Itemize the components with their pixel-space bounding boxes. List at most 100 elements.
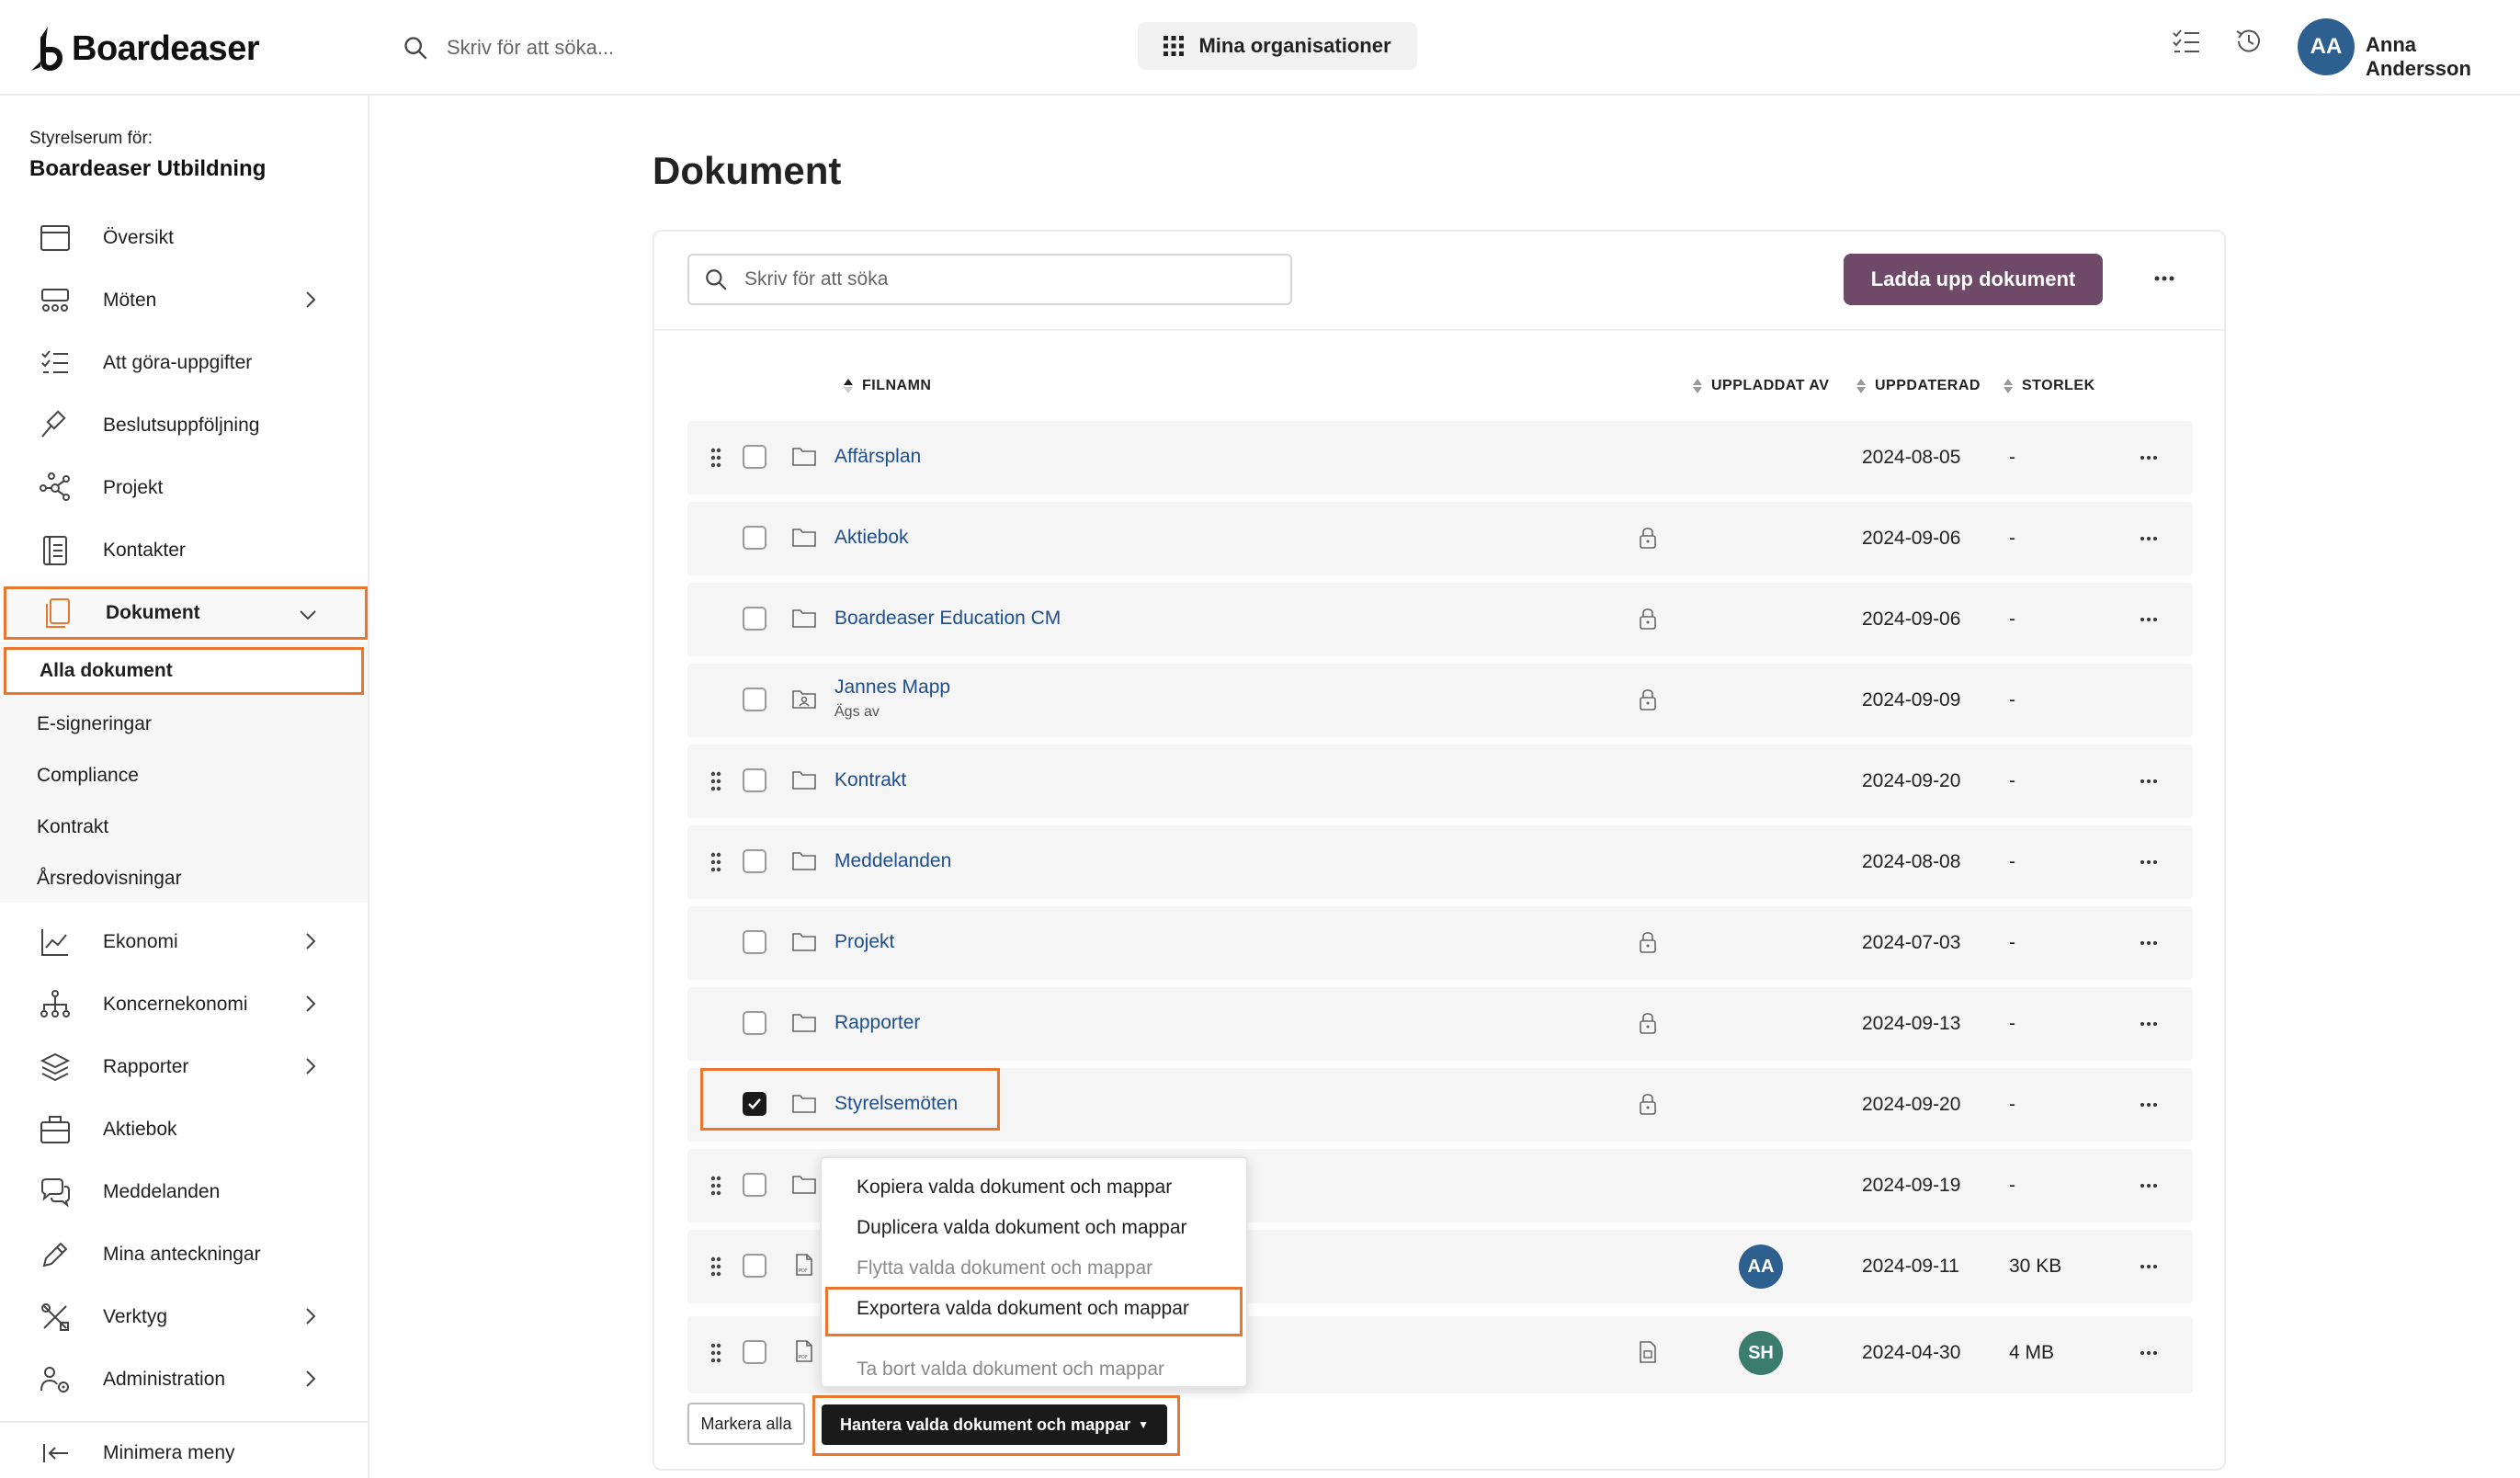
row-checkbox[interactable] <box>743 607 766 631</box>
table-row[interactable]: Jannes Mapp Ägs av 2024-09-09 - <box>687 664 2193 737</box>
table-row[interactable]: Styrelsemöten 2024-09-20 - <box>687 1068 2193 1142</box>
column-header-size[interactable]: STORLEK <box>2002 377 2095 395</box>
sub-item-compliance[interactable]: Compliance <box>4 752 364 800</box>
upload-document-button[interactable]: Ladda upp dokument <box>1844 254 2103 305</box>
drag-handle-icon[interactable] <box>709 851 722 873</box>
row-more-options-icon[interactable] <box>2138 1178 2160 1193</box>
sidebar-item-koncernekonomi[interactable]: Koncernekonomi <box>4 978 368 1031</box>
minimize-menu-button[interactable]: Minimera meny <box>4 1427 368 1478</box>
user-name[interactable]: Anna Andersson <box>2366 33 2520 81</box>
drag-handle-icon[interactable] <box>709 1342 722 1364</box>
sidebar-item-moten[interactable]: Möten <box>4 274 368 327</box>
row-more-options-icon[interactable] <box>2138 612 2160 627</box>
file-name-link[interactable]: Projekt <box>834 931 894 953</box>
sidebar-item-oversikt[interactable]: Översikt <box>4 211 368 265</box>
uploader-avatar[interactable]: SH <box>1739 1331 1783 1375</box>
row-more-options-icon[interactable] <box>2138 1097 2160 1112</box>
boardroom-label: Styrelserum för: <box>29 129 153 148</box>
sort-icon <box>1856 379 1866 393</box>
row-more-options-icon[interactable] <box>2138 531 2160 546</box>
row-checkbox[interactable] <box>743 849 766 873</box>
menu-item-copy[interactable]: Kopiera valda dokument och mappar <box>857 1177 1172 1199</box>
file-name-link[interactable]: Jannes Mapp <box>834 676 950 699</box>
column-header-updated[interactable]: UPPDATERAD <box>1855 377 1981 395</box>
row-checkbox[interactable] <box>743 768 766 792</box>
file-name-link[interactable]: Affärsplan <box>834 446 921 468</box>
menu-item-export[interactable]: Exportera valda dokument och mappar <box>857 1298 1189 1320</box>
manage-selected-button[interactable]: Hantera valda dokument och mappar ▼ <box>822 1404 1167 1445</box>
sidebar-item-beslut[interactable]: Beslutsuppföljning <box>4 399 368 452</box>
top-bar: Boardeaser Mina organisationer <box>0 0 2520 96</box>
table-row[interactable]: Meddelanden 2024-08-08 - <box>687 825 2193 899</box>
collapse-left-icon <box>43 1444 68 1462</box>
row-checkbox[interactable] <box>743 1340 766 1364</box>
drag-handle-icon[interactable] <box>709 770 722 792</box>
menu-item-duplicate[interactable]: Duplicera valda dokument och mappar <box>857 1217 1187 1239</box>
row-more-options-icon[interactable] <box>2138 855 2160 870</box>
sidebar-item-anteckningar[interactable]: Mina anteckningar <box>4 1228 368 1281</box>
drag-handle-icon[interactable] <box>709 1256 722 1278</box>
sidebar-item-rapporter[interactable]: Rapporter <box>4 1040 368 1094</box>
drag-handle-icon[interactable] <box>709 1175 722 1197</box>
logo[interactable]: Boardeaser <box>28 17 260 81</box>
menu-item-delete: Ta bort valda dokument och mappar <box>857 1359 1165 1380</box>
sidebar-item-projekt[interactable]: Projekt <box>4 461 368 515</box>
sidebar-item-kontakter[interactable]: Kontakter <box>4 524 368 577</box>
table-row[interactable]: Aktiebok 2024-09-06 - <box>687 502 2193 575</box>
table-row[interactable]: Rapporter 2024-09-13 - <box>687 987 2193 1061</box>
row-more-options-icon[interactable] <box>2138 1259 2160 1274</box>
row-checkbox[interactable] <box>743 445 766 469</box>
row-checkbox[interactable] <box>743 930 766 954</box>
user-avatar[interactable]: AA <box>2298 18 2355 75</box>
mark-all-button[interactable]: Markera alla <box>687 1403 805 1445</box>
sidebar-item-ekonomi[interactable]: Ekonomi <box>4 915 368 969</box>
row-checkbox[interactable] <box>743 1092 766 1116</box>
my-organizations-button[interactable]: Mina organisationer <box>1138 22 1417 70</box>
sub-item-kontrakt[interactable]: Kontrakt <box>4 803 364 851</box>
row-checkbox[interactable] <box>743 1011 766 1035</box>
uploader-avatar[interactable]: AA <box>1739 1245 1783 1289</box>
tasks-icon[interactable] <box>2171 26 2202 57</box>
row-more-options-icon[interactable] <box>2138 936 2160 950</box>
file-size: - <box>2009 851 2015 872</box>
drag-handle-icon[interactable] <box>709 447 722 469</box>
file-name-link[interactable]: Styrelsemöten <box>834 1093 958 1115</box>
sidebar-item-dokument[interactable]: Dokument <box>4 586 368 640</box>
document-search-input[interactable] <box>744 268 1259 290</box>
table-row[interactable]: Affärsplan 2024-08-05 - <box>687 421 2193 495</box>
sub-item-alla-dokument[interactable]: Alla dokument <box>4 647 364 695</box>
file-name-link[interactable]: Rapporter <box>834 1012 920 1034</box>
sub-item-e-signeringar[interactable]: E-signeringar <box>4 700 364 748</box>
more-options-icon[interactable] <box>2151 267 2178 290</box>
history-icon[interactable] <box>2233 26 2265 57</box>
sidebar-item-meddelanden[interactable]: Meddelanden <box>4 1165 368 1219</box>
updated-date: 2024-09-09 <box>1862 689 1961 711</box>
sidebar-item-label: Projekt <box>103 477 164 498</box>
row-checkbox[interactable] <box>743 1173 766 1197</box>
column-header-uploaded-by[interactable]: UPPLADDAT AV <box>1691 377 1829 395</box>
sidebar-item-todo[interactable]: Att göra-uppgifter <box>4 336 368 390</box>
column-header-filename[interactable]: FILNAMN <box>842 377 931 395</box>
file-name-link[interactable]: Meddelanden <box>834 850 951 872</box>
table-row[interactable]: Kontrakt 2024-09-20 - <box>687 745 2193 818</box>
row-more-options-icon[interactable] <box>2138 774 2160 789</box>
updated-date: 2024-09-06 <box>1862 528 1961 549</box>
file-name-link[interactable]: Aktiebok <box>834 527 909 549</box>
sidebar-item-administration[interactable]: Administration <box>4 1353 368 1406</box>
sidebar-item-verktyg[interactable]: Verktyg <box>4 1290 368 1344</box>
file-name-link[interactable]: Boardeaser Education CM <box>834 608 1061 630</box>
row-checkbox[interactable] <box>743 526 766 550</box>
row-checkbox[interactable] <box>743 688 766 711</box>
sub-item-arsredovisningar[interactable]: Årsredovisningar <box>4 855 364 903</box>
row-more-options-icon[interactable] <box>2138 1017 2160 1031</box>
table-row[interactable]: Boardeaser Education CM 2024-09-06 - <box>687 583 2193 656</box>
file-size: - <box>2009 608 2015 630</box>
table-row[interactable]: Projekt 2024-07-03 - <box>687 906 2193 980</box>
row-more-options-icon[interactable] <box>2138 1346 2160 1360</box>
row-more-options-icon[interactable] <box>2138 450 2160 465</box>
global-search-input[interactable] <box>447 36 851 60</box>
row-checkbox[interactable] <box>743 1254 766 1278</box>
sidebar-item-aktiebok[interactable]: Aktiebok <box>4 1103 368 1156</box>
file-name-link[interactable]: Kontrakt <box>834 769 906 791</box>
dokument-submenu: Alla dokument E-signeringar Compliance K… <box>0 642 368 903</box>
